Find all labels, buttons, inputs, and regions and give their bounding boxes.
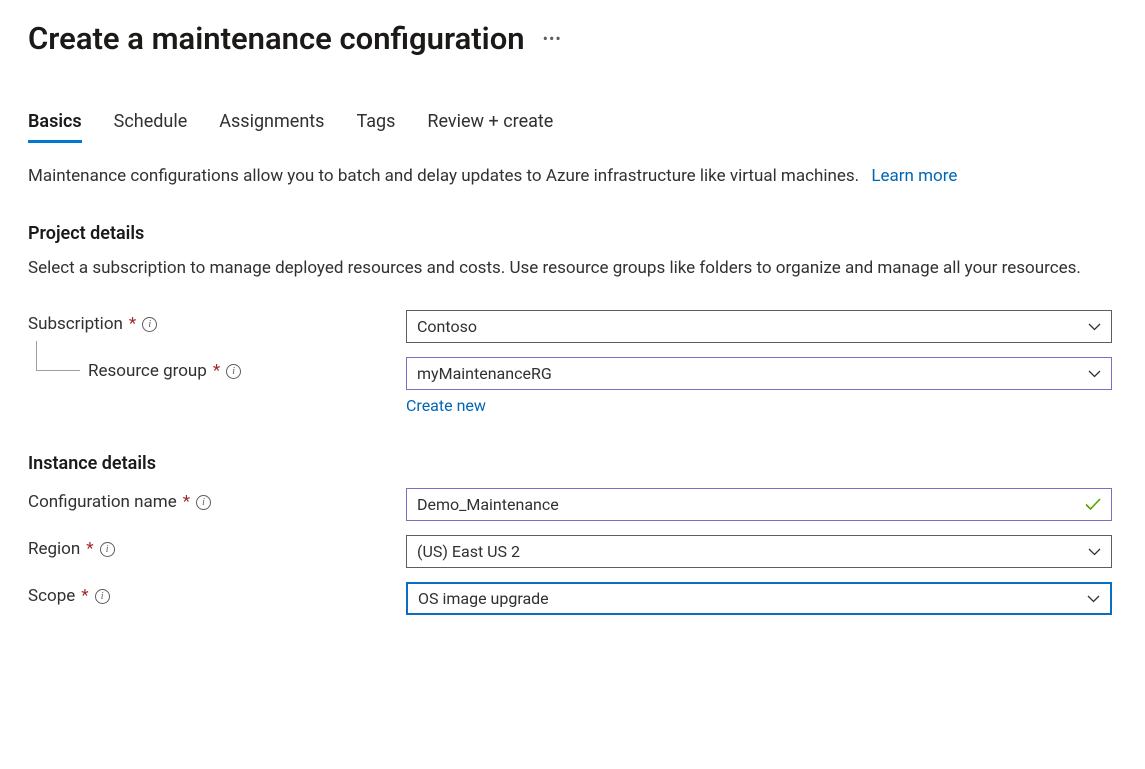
- info-icon[interactable]: i: [100, 542, 115, 557]
- check-icon: [1085, 495, 1101, 514]
- chevron-down-icon: [1088, 548, 1101, 556]
- tab-tags[interactable]: Tags: [356, 111, 395, 143]
- config-name-input-wrapper: [406, 488, 1112, 521]
- create-new-link[interactable]: Create new: [406, 396, 486, 415]
- scope-value: OS image upgrade: [418, 589, 549, 608]
- info-icon[interactable]: i: [196, 495, 211, 510]
- required-star: *: [86, 539, 93, 559]
- tab-basics[interactable]: Basics: [28, 111, 82, 143]
- required-star: *: [213, 361, 220, 381]
- resource-group-dropdown[interactable]: myMaintenanceRG: [406, 357, 1112, 390]
- more-icon[interactable]: •••: [543, 29, 562, 48]
- scope-dropdown[interactable]: OS image upgrade: [406, 582, 1112, 615]
- chevron-down-icon: [1088, 323, 1101, 331]
- subscription-value: Contoso: [417, 317, 477, 336]
- project-details-title: Project details: [28, 223, 1117, 244]
- page-description: Maintenance configurations allow you to …: [28, 165, 1117, 189]
- region-label: Region * i: [28, 535, 406, 559]
- region-dropdown[interactable]: (US) East US 2: [406, 535, 1112, 568]
- subscription-label: Subscription * i: [28, 310, 406, 334]
- tab-schedule[interactable]: Schedule: [114, 111, 188, 143]
- resource-group-label-text: Resource group: [88, 361, 207, 381]
- project-details-desc: Select a subscription to manage deployed…: [28, 256, 1117, 281]
- config-name-input[interactable]: [417, 495, 1077, 514]
- description-text: Maintenance configurations allow you to …: [28, 166, 859, 186]
- tab-assignments[interactable]: Assignments: [219, 111, 324, 143]
- info-icon[interactable]: i: [95, 589, 110, 604]
- learn-more-link[interactable]: Learn more: [871, 166, 957, 186]
- config-name-label-text: Configuration name: [28, 492, 177, 512]
- info-icon[interactable]: i: [226, 364, 241, 379]
- chevron-down-icon: [1088, 370, 1101, 378]
- subscription-dropdown[interactable]: Contoso: [406, 310, 1112, 343]
- required-star: *: [183, 492, 190, 512]
- resource-group-value: myMaintenanceRG: [417, 364, 552, 383]
- instance-details-title: Instance details: [28, 453, 1117, 474]
- info-icon[interactable]: i: [142, 317, 157, 332]
- config-name-label: Configuration name * i: [28, 488, 406, 512]
- required-star: *: [81, 586, 88, 606]
- page-title: Create a maintenance configuration: [28, 20, 525, 57]
- region-value: (US) East US 2: [417, 542, 520, 561]
- tabs-bar: Basics Schedule Assignments Tags Review …: [28, 111, 1117, 143]
- subscription-label-text: Subscription: [28, 314, 123, 334]
- tab-review-create[interactable]: Review + create: [427, 111, 553, 143]
- scope-label-text: Scope: [28, 586, 75, 606]
- required-star: *: [129, 314, 136, 334]
- resource-group-label: Resource group * i: [28, 357, 406, 381]
- scope-label: Scope * i: [28, 582, 406, 606]
- chevron-down-icon: [1087, 595, 1100, 603]
- region-label-text: Region: [28, 539, 80, 559]
- tree-connector: [36, 341, 80, 371]
